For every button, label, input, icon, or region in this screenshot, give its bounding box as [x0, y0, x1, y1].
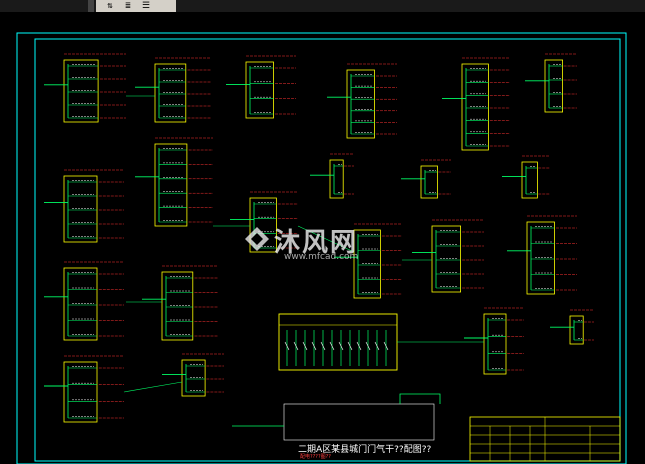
distribution-panel	[142, 265, 218, 341]
distribution-panel	[230, 191, 298, 253]
distribution-panel	[44, 169, 124, 243]
electrical-schematic	[16, 32, 627, 464]
distribution-panel	[334, 223, 402, 299]
toolbar-separator	[88, 0, 94, 12]
align-icon[interactable]: ≣	[122, 1, 134, 11]
toolbar-button-group: ⇅ ≣ ☰	[96, 0, 176, 12]
distribution-panel	[44, 53, 126, 123]
distribution-panel	[226, 55, 296, 119]
drawing-subtitle: 配电????图??	[300, 454, 331, 460]
distribution-panel	[44, 355, 124, 423]
cad-toolbar: ⇅ ≣ ☰	[0, 0, 645, 12]
distribution-panel	[310, 153, 354, 199]
distribution-panel	[507, 215, 577, 295]
distribution-panel	[502, 155, 550, 199]
distribution-panel	[401, 159, 451, 199]
draw-order-icon[interactable]: ⇅	[104, 1, 116, 11]
drawing-frame-inner	[34, 38, 621, 462]
feeder-line	[123, 381, 183, 393]
distribution-panel	[442, 57, 510, 151]
drawing-frame-outer	[16, 32, 627, 464]
distribution-panel	[464, 307, 524, 375]
bottom-bus	[232, 393, 441, 441]
distribution-panel	[525, 53, 577, 113]
distribution-panel	[162, 353, 224, 397]
distribution-panel	[550, 309, 594, 345]
distribution-panel	[327, 63, 397, 139]
title-block	[469, 416, 621, 462]
distribution-panel	[412, 219, 484, 293]
distribution-panel	[44, 261, 124, 341]
main-distribution-cabinet	[278, 313, 398, 371]
layer-list-icon[interactable]: ☰	[140, 1, 152, 11]
drawing-canvas[interactable]: 沐风网 www.mfcad.com 二期A区某县城门门气干??配图?? 配电??…	[0, 12, 645, 464]
distribution-panel	[135, 137, 213, 227]
feeder-line	[297, 225, 355, 253]
distribution-panel	[135, 57, 211, 123]
